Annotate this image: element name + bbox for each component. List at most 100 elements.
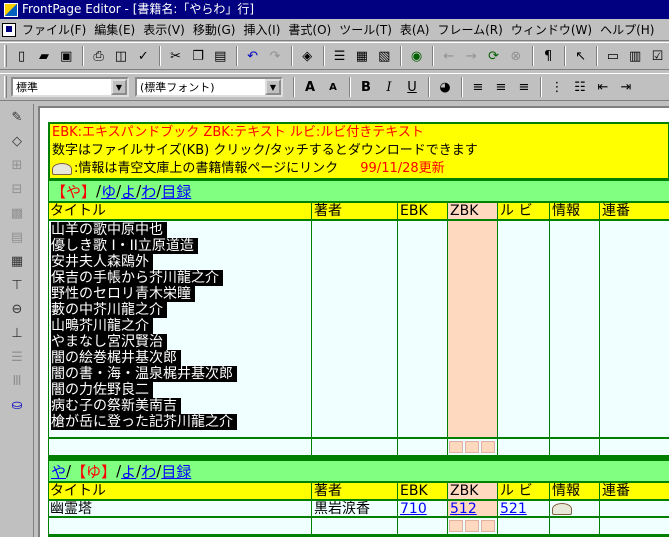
frontpage-app-icon[interactable]	[4, 2, 18, 17]
print-preview-icon[interactable]: ◫	[110, 45, 131, 67]
menu-format[interactable]: 書式(O)	[284, 21, 335, 38]
menu-tools[interactable]: ツール(T)	[335, 21, 396, 38]
forward-icon[interactable]: →	[461, 45, 482, 67]
zbk-download-link[interactable]: 512	[450, 501, 477, 516]
underline-icon[interactable]: U	[401, 76, 423, 98]
stop-icon[interactable]: ⊗	[505, 45, 526, 67]
insert-columns-icon[interactable]: ⊟	[6, 178, 28, 200]
distribute-columns-icon[interactable]: Ⅲ	[6, 370, 28, 392]
list-item[interactable]: 安井夫人森鴎外	[51, 254, 237, 270]
copy-icon[interactable]: ❐	[187, 45, 208, 67]
numbered-list-icon[interactable]: ⋮	[546, 76, 568, 98]
list-item[interactable]: 病む子の祭新美南吉	[51, 398, 237, 414]
undo-icon[interactable]: ↶	[242, 45, 263, 67]
fill-color-icon[interactable]: ⛀	[6, 394, 28, 416]
webbot-icon[interactable]: ◈	[297, 45, 318, 67]
bulleted-list-icon[interactable]: ☷	[569, 76, 591, 98]
nav-link-wa[interactable]: わ	[141, 181, 156, 202]
draw-table-pencil-icon[interactable]: ✎	[6, 106, 28, 128]
split-cells-icon[interactable]: ▦	[6, 250, 28, 272]
chevron-down-icon[interactable]: ▼	[111, 79, 127, 95]
open-folder-icon[interactable]: ▰	[33, 45, 54, 67]
menu-help[interactable]: ヘルプ(H)	[596, 21, 658, 38]
empty-cell[interactable]	[449, 441, 463, 453]
redo-icon[interactable]: ↷	[264, 45, 285, 67]
text-color-icon[interactable]: ◕	[434, 76, 456, 98]
empty-cell[interactable]	[465, 520, 479, 532]
toolbar-grip[interactable]	[4, 76, 7, 98]
list-item[interactable]: 保吉の手帳から芥川龍之介	[51, 270, 237, 286]
form-field-icon[interactable]: ☰	[329, 45, 350, 67]
ebk-download-link[interactable]: 710	[400, 501, 427, 516]
merge-cells-icon[interactable]: ▤	[6, 226, 28, 248]
increase-indent-icon[interactable]: ⇥	[615, 76, 637, 98]
text-box-icon[interactable]: ▭	[602, 45, 623, 67]
menu-insert[interactable]: 挿入(I)	[239, 21, 284, 38]
document-icon[interactable]	[2, 22, 16, 37]
spellcheck-icon[interactable]: ✓	[133, 45, 154, 67]
align-bottom-icon[interactable]: ⊥	[6, 322, 28, 344]
align-left-icon[interactable]: ≡	[467, 76, 489, 98]
nav-link-yo[interactable]: よ	[121, 181, 136, 202]
toolbar-grip[interactable]	[4, 45, 7, 67]
list-item[interactable]: やまなし宮沢賢治	[51, 334, 237, 350]
back-icon[interactable]: ←	[438, 45, 459, 67]
empty-cell[interactable]	[465, 441, 479, 453]
nav-link-yo[interactable]: よ	[121, 461, 136, 482]
menu-edit[interactable]: 編集(E)	[90, 21, 139, 38]
empty-cell[interactable]	[481, 441, 495, 453]
list-item[interactable]: 野性のセロリ青木栄瞳	[51, 286, 237, 302]
list-item[interactable]: 優しき歌 I・II立原道造	[51, 238, 237, 254]
hyperlink-icon[interactable]: ◉	[406, 45, 427, 67]
info-book-icon[interactable]	[552, 503, 572, 515]
insert-table-icon[interactable]: ▦	[351, 45, 372, 67]
nav-link-catalog[interactable]: 目録	[161, 461, 191, 482]
menu-view[interactable]: 表示(V)	[139, 21, 189, 38]
list-item[interactable]: 槍が岳に登った記芥川龍之介	[51, 414, 237, 430]
menu-window[interactable]: ウィンドウ(W)	[507, 21, 596, 38]
nav-link-yu[interactable]: ゆ	[101, 181, 116, 202]
align-middle-icon[interactable]: ⊖	[6, 298, 28, 320]
nav-link-ya[interactable]: や	[51, 461, 66, 482]
cut-icon[interactable]: ✂	[165, 45, 186, 67]
menu-go[interactable]: 移動(G)	[189, 21, 240, 38]
list-item[interactable]: 山羊の歌中原中也	[51, 222, 237, 238]
insert-image-icon[interactable]: ▧	[374, 45, 395, 67]
list-item[interactable]: 闇の力佐野良二	[51, 382, 237, 398]
show-paragraph-marks-icon[interactable]: ¶	[538, 45, 559, 67]
checkbox-icon[interactable]: ☑	[647, 45, 668, 67]
nav-link-catalog[interactable]: 目録	[161, 181, 191, 202]
refresh-icon[interactable]: ⟳	[483, 45, 504, 67]
paragraph-style-select[interactable]: 標準 ▼	[11, 77, 129, 97]
save-icon[interactable]: ▣	[56, 45, 77, 67]
align-right-icon[interactable]: ≡	[513, 76, 535, 98]
nav-link-wa[interactable]: わ	[141, 461, 156, 482]
list-item[interactable]: 藪の中芥川龍之介	[51, 302, 237, 318]
font-select[interactable]: (標準フォント) ▼	[135, 77, 283, 97]
help-pointer-icon[interactable]: ↖	[570, 45, 591, 67]
chevron-down-icon[interactable]: ▼	[265, 79, 281, 95]
delete-cells-icon[interactable]: ▩	[6, 202, 28, 224]
paste-icon[interactable]: ▤	[210, 45, 231, 67]
list-item[interactable]: 山鴫芥川龍之介	[51, 318, 237, 334]
scrolling-text-box-icon[interactable]: ▥	[625, 45, 646, 67]
list-item[interactable]: 闇の絵巻梶井基次郎	[51, 350, 237, 366]
bold-icon[interactable]: B	[355, 76, 377, 98]
insert-rows-icon[interactable]: ⊞	[6, 154, 28, 176]
editor-canvas[interactable]: EBK:エキスパンドブック ZBK:テキスト ルビ:ルビ付きテキスト 数字はファ…	[38, 106, 669, 537]
italic-icon[interactable]: I	[378, 76, 400, 98]
new-page-icon[interactable]: ▯	[11, 45, 32, 67]
empty-cell[interactable]	[449, 520, 463, 532]
empty-cell[interactable]	[481, 520, 495, 532]
print-icon[interactable]: ⎙	[88, 45, 109, 67]
increase-font-size-icon[interactable]: A	[299, 76, 321, 98]
align-center-icon[interactable]: ≡	[490, 76, 512, 98]
menu-file[interactable]: ファイル(F)	[18, 21, 90, 38]
menu-frame[interactable]: フレーム(R)	[433, 21, 506, 38]
distribute-rows-icon[interactable]: ☰	[6, 346, 28, 368]
menu-table[interactable]: 表(A)	[396, 21, 434, 38]
decrease-font-size-icon[interactable]: A	[322, 76, 344, 98]
align-top-icon[interactable]: ⊤	[6, 274, 28, 296]
ruby-download-link[interactable]: 521	[500, 501, 527, 516]
list-item[interactable]: 闇の書・海・温泉梶井基次郎	[51, 366, 237, 382]
